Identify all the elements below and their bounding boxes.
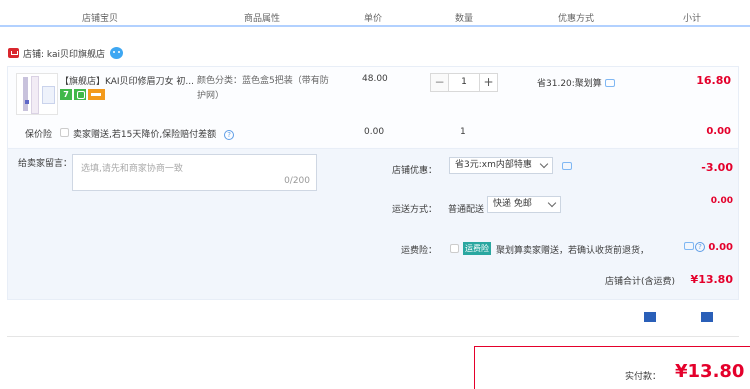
message-label: 给卖家留言： xyxy=(18,159,73,169)
shipping-selected: 快递 免邮 xyxy=(493,199,532,209)
freight-insurance-label: 运费险： xyxy=(401,246,438,256)
product-sku: 颜色分类：蓝色盒5把装（带有防 护网） xyxy=(197,74,347,104)
message-char-count: 0/200 xyxy=(284,176,310,186)
shop-name-link[interactable]: 店铺: kai贝印旗舰店 xyxy=(23,47,105,60)
product-title-link[interactable]: 【旗舰店】KAI贝印修眉刀女 初... xyxy=(60,74,205,87)
shop-discount-select[interactable]: 省3元:xm内部特惠 xyxy=(449,157,553,174)
payment-label: 实付款： xyxy=(625,372,662,382)
shipping-label: 运送方式： xyxy=(392,205,438,215)
order-box: 【旗舰店】KAI贝印修眉刀女 初... 7 颜色分类：蓝色盒5把装（带有防 护网… xyxy=(7,66,739,300)
header-shop-item: 店铺宝贝 xyxy=(82,14,119,24)
insurance-text: 卖家赠送,若15天降价,保险赔付差额 xyxy=(73,130,217,140)
discount-info-icon[interactable] xyxy=(604,78,615,87)
insurance-quantity: 1 xyxy=(460,127,466,137)
shop-icon xyxy=(8,48,19,58)
insurance-label: 保价险 xyxy=(25,130,53,140)
shipping-method-text: 普通配送 xyxy=(448,205,485,215)
floating-tab-icon[interactable] xyxy=(644,312,656,322)
shop-row: 店铺: kai贝印旗舰店 xyxy=(8,46,123,60)
unit-price: 48.00 xyxy=(362,74,388,84)
quantity-decrease-button[interactable]: − xyxy=(430,73,449,92)
payment-summary-box: 实付款： ¥13.80 xyxy=(474,346,750,389)
freight-icons: ? xyxy=(684,242,705,252)
sku-line-2: 护网） xyxy=(197,91,225,101)
service-badges: 7 xyxy=(60,89,105,100)
shipping-select[interactable]: 快递 免邮 xyxy=(487,196,561,213)
shop-discount-label: 店铺优惠： xyxy=(392,166,438,176)
freight-insurance-checkbox[interactable] xyxy=(450,244,459,253)
shop-discount-info-icon[interactable] xyxy=(562,162,572,170)
message-placeholder: 选填,请先和商家协商一致 xyxy=(81,164,183,174)
item-subtotal: 16.80 xyxy=(696,74,731,87)
item-discount: 省31.20:聚划算 xyxy=(537,76,615,89)
chevron-down-icon xyxy=(547,198,557,208)
freight-insurance-text: 聚划算卖家赠送，若确认收货前退货，可获... xyxy=(496,246,646,256)
insurance-price: 0.00 xyxy=(364,127,385,137)
divider xyxy=(7,336,739,337)
shipping-value: 0.00 xyxy=(710,196,733,206)
seller-message-input[interactable]: 选填,请先和商家协商一致 0/200 xyxy=(72,154,317,191)
seven-day-return-badge-icon: 7 xyxy=(60,89,72,100)
header-quantity: 数量 xyxy=(455,14,474,24)
header-discount: 优惠方式 xyxy=(558,14,595,24)
header-attributes: 商品属性 xyxy=(244,14,281,24)
quantity-increase-button[interactable]: + xyxy=(479,73,498,92)
chevron-down-icon xyxy=(539,159,549,169)
insurance-description: 卖家赠送,若15天降价,保险赔付差额 ? xyxy=(73,127,235,140)
item-discount-text: 省31.20:聚划算 xyxy=(537,79,602,89)
shop-discount-selected: 省3元:xm内部特惠 xyxy=(455,160,532,170)
credit-card-badge-icon xyxy=(88,89,105,100)
chat-seller-icon[interactable] xyxy=(109,47,123,59)
shop-total-label: 店铺合计(含运费) xyxy=(605,277,676,287)
freight-help-icon[interactable]: ? xyxy=(695,242,705,252)
freight-insurance-tag: 运费险 xyxy=(463,242,491,255)
sku-line-1: 颜色分类：蓝色盒5把装（带有防 xyxy=(197,76,329,86)
guarantee-badge-icon xyxy=(74,89,86,100)
shop-total-value: ¥13.80 xyxy=(690,273,733,286)
quantity-stepper: − 1 + xyxy=(430,73,498,92)
freight-insurance-value: 0.00 xyxy=(708,242,733,253)
header-unit-price: 单价 xyxy=(364,14,383,24)
freight-info-icon[interactable] xyxy=(684,242,694,250)
product-thumbnail[interactable] xyxy=(16,73,58,115)
floating-tab-icon[interactable] xyxy=(701,312,713,322)
quantity-input[interactable]: 1 xyxy=(449,73,479,92)
item-row: 【旗舰店】KAI贝印修眉刀女 初... 7 颜色分类：蓝色盒5把装（带有防 护网… xyxy=(8,67,738,147)
insurance-checkbox[interactable] xyxy=(60,128,69,137)
payment-value: ¥13.80 xyxy=(675,361,745,382)
header-subtotal: 小计 xyxy=(683,14,702,24)
help-icon[interactable]: ? xyxy=(224,129,235,140)
shop-discount-value: -3.00 xyxy=(701,161,733,174)
cart-header-row: 店铺宝贝 商品属性 单价 数量 优惠方式 小计 xyxy=(0,0,750,27)
insurance-subtotal: 0.00 xyxy=(706,126,731,137)
order-options-area: 给卖家留言： 选填,请先和商家协商一致 0/200 店铺优惠： 省3元:xm内部… xyxy=(8,148,738,299)
